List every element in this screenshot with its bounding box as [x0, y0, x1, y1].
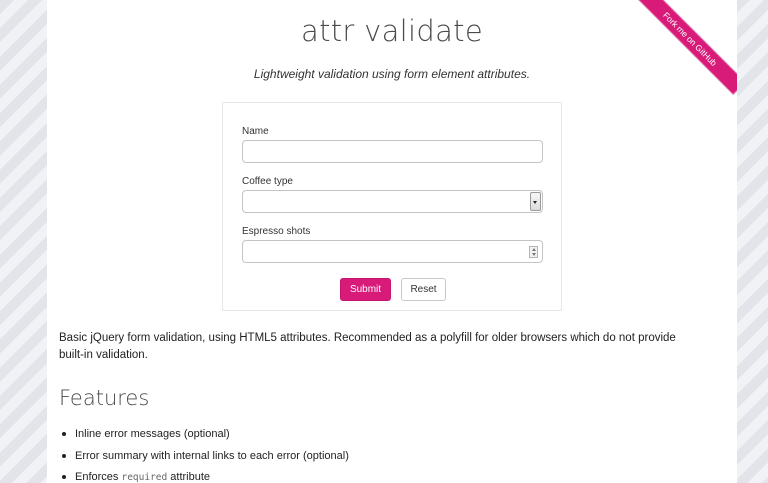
description-text: Basic jQuery form validation, using HTML…: [59, 332, 676, 361]
demo-form: Name Coffee type Espresso shots Submit R…: [222, 102, 562, 311]
features-heading: Features: [59, 386, 150, 410]
feature-text-prefix: Enforces: [75, 471, 122, 483]
list-item: Inline error messages (optional): [62, 424, 349, 446]
number-spinner-icon[interactable]: [529, 246, 538, 258]
features-list: Inline error messages (optional) Error s…: [47, 424, 349, 483]
coffee-type-label: Coffee type: [242, 176, 293, 187]
submit-button[interactable]: Submit: [340, 278, 391, 301]
name-input[interactable]: [242, 140, 543, 163]
name-label: Name: [242, 126, 269, 137]
espresso-shots-input[interactable]: [242, 240, 543, 263]
feature-code: required: [121, 472, 168, 483]
feature-text: Error summary with internal links to eac…: [75, 449, 349, 462]
feature-text: Inline error messages (optional): [75, 428, 230, 440]
list-item: Error summary with internal links to eac…: [62, 446, 349, 468]
fork-on-github-link[interactable]: Fork me on GitHub: [634, 0, 737, 95]
espresso-shots-label: Espresso shots: [242, 226, 311, 237]
spinner-up-icon[interactable]: [531, 248, 536, 251]
spinner-down-icon[interactable]: [531, 253, 536, 256]
feature-text-suffix: attribute: [167, 471, 211, 483]
reset-button[interactable]: Reset: [401, 278, 446, 301]
chevron-down-icon[interactable]: [530, 192, 541, 211]
list-item: Enforces required attribute: [62, 467, 349, 483]
coffee-type-select[interactable]: [242, 190, 543, 213]
github-ribbon: Fork me on GitHub: [627, 0, 737, 95]
